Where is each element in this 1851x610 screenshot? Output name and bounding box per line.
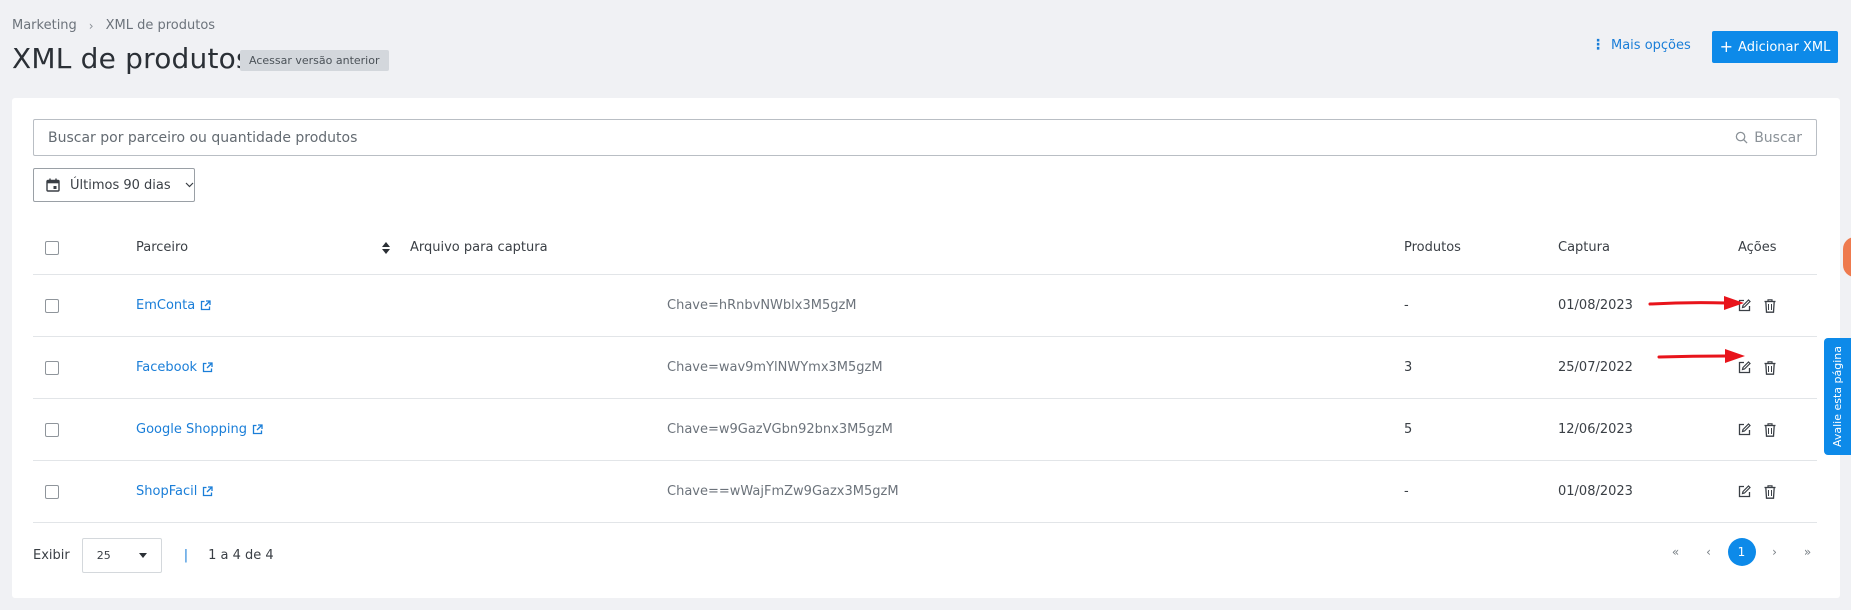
breadcrumb: Marketing › XML de produtos [12,18,215,33]
table-row: EmConta Chave=hRnbvNWblx3M5gzM - 01/08/2… [33,275,1817,337]
select-all-checkbox[interactable] [45,240,59,255]
external-link-icon [203,486,213,497]
products-count: 3 [1404,360,1413,375]
edit-icon [1738,485,1751,498]
annotation-arrow-icon [1657,349,1745,363]
search-button-label: Buscar [1754,129,1802,146]
partner-name: Google Shopping [136,422,248,437]
page-title: XML de produtos [12,42,251,75]
capture-date: 25/07/2022 [1558,360,1633,375]
pagination: « ‹ 1 › » [1659,538,1824,566]
page-size-value: 25 [96,549,111,562]
content-card: Buscar Últimos 90 dias Parceiro Arquivo … [12,98,1840,598]
plus-icon: + [1719,37,1734,56]
capture-key: Chave=hRnbvNWblx3M5gzM [667,298,857,313]
products-count: - [1404,298,1409,313]
delete-button[interactable] [1764,360,1776,375]
breadcrumb-item-current: XML de produtos [105,18,216,33]
breadcrumb-separator: › [88,18,94,33]
trash-icon [1764,422,1776,437]
partner-link[interactable]: EmConta [136,298,211,313]
annotation-arrow-icon [1648,296,1744,310]
capture-key: Chave==wWajFmZw9Gazx3M5gzM [667,484,899,499]
trash-icon [1764,298,1776,313]
first-page-button[interactable]: « [1659,538,1692,566]
row-checkbox[interactable] [45,484,59,499]
footer-separator: | [183,548,189,563]
partner-link[interactable]: Google Shopping [136,422,263,437]
more-options-label: Mais opções [1611,37,1691,53]
partner-link[interactable]: Facebook [136,360,213,375]
sort-icon[interactable] [382,241,390,254]
delete-button[interactable] [1764,298,1776,313]
edit-button[interactable] [1738,485,1751,498]
row-checkbox[interactable] [45,298,59,313]
partner-name: ShopFacil [136,484,198,499]
add-xml-label: Adicionar XML [1738,39,1831,55]
current-page: 1 [1727,538,1756,566]
products-count: - [1404,484,1409,499]
results-range: 1 a 4 de 4 [208,548,274,563]
help-widget[interactable] [1843,237,1851,277]
capture-key: Chave=w9GazVGbn92bnx3M5gzM [667,422,893,437]
partner-name: EmConta [136,298,196,313]
chevron-down-icon [185,182,194,188]
caret-down-icon [138,553,147,558]
external-link-icon [202,362,213,373]
last-page-button[interactable]: » [1791,538,1824,566]
trash-icon [1764,360,1776,375]
xml-table: Parceiro Arquivo para captura Produtos C… [33,221,1817,523]
column-header-partner[interactable]: Parceiro [136,221,188,274]
trash-icon [1764,484,1776,499]
search-box: Buscar [33,119,1817,156]
table-row: Google Shopping Chave=w9GazVGbn92bnx3M5g… [33,399,1817,461]
prev-page-button[interactable]: ‹ [1692,538,1725,566]
feedback-tab-label: Avalie esta página [1831,345,1844,448]
search-button[interactable]: Buscar [1735,130,1816,146]
date-range-filter[interactable]: Últimos 90 dias [33,168,195,202]
table-row: ShopFacil Chave==wWajFmZw9Gazx3M5gzM - 0… [33,461,1817,523]
page-size-select[interactable]: 25 [81,538,162,573]
column-header-products: Produtos [1404,240,1461,255]
delete-button[interactable] [1764,422,1776,437]
previous-version-badge[interactable]: Acessar versão anterior [240,50,389,71]
next-page-button[interactable]: › [1758,538,1791,566]
table-footer: Exibir 25 | 1 a 4 de 4 [33,538,274,573]
add-xml-button[interactable]: + Adicionar XML [1712,31,1838,63]
page-1-button[interactable]: 1 [1725,538,1758,566]
table-row: Facebook Chave=wav9mYlNWYmx3M5gzM 3 25/0… [33,337,1817,399]
edit-icon [1738,423,1751,436]
search-input[interactable] [34,120,1736,155]
partner-name: Facebook [136,360,198,375]
search-icon [1735,131,1748,144]
external-link-icon [252,424,263,435]
capture-date: 01/08/2023 [1558,484,1633,499]
external-link-icon [201,300,211,311]
calendar-icon [46,178,60,192]
capture-date: 01/08/2023 [1558,298,1633,313]
column-header-actions: Ações [1738,240,1777,255]
column-header-capture: Captura [1558,240,1610,255]
row-checkbox[interactable] [45,422,59,437]
delete-button[interactable] [1764,484,1776,499]
kebab-icon: ⋮ [1591,37,1605,53]
more-options-button[interactable]: ⋮ Mais opções [1591,37,1691,53]
column-header-file: Arquivo para captura [410,240,548,255]
show-label: Exibir [33,548,70,563]
edit-button[interactable] [1738,423,1751,436]
capture-date: 12/06/2023 [1558,422,1633,437]
products-count: 5 [1404,422,1413,437]
breadcrumb-item-marketing[interactable]: Marketing [12,18,77,33]
partner-link[interactable]: ShopFacil [136,484,213,499]
date-range-label: Últimos 90 dias [70,177,171,193]
capture-key: Chave=wav9mYlNWYmx3M5gzM [667,360,883,375]
table-header: Parceiro Arquivo para captura Produtos C… [33,221,1817,275]
feedback-tab[interactable]: Avalie esta página [1824,338,1851,455]
row-checkbox[interactable] [45,360,59,375]
